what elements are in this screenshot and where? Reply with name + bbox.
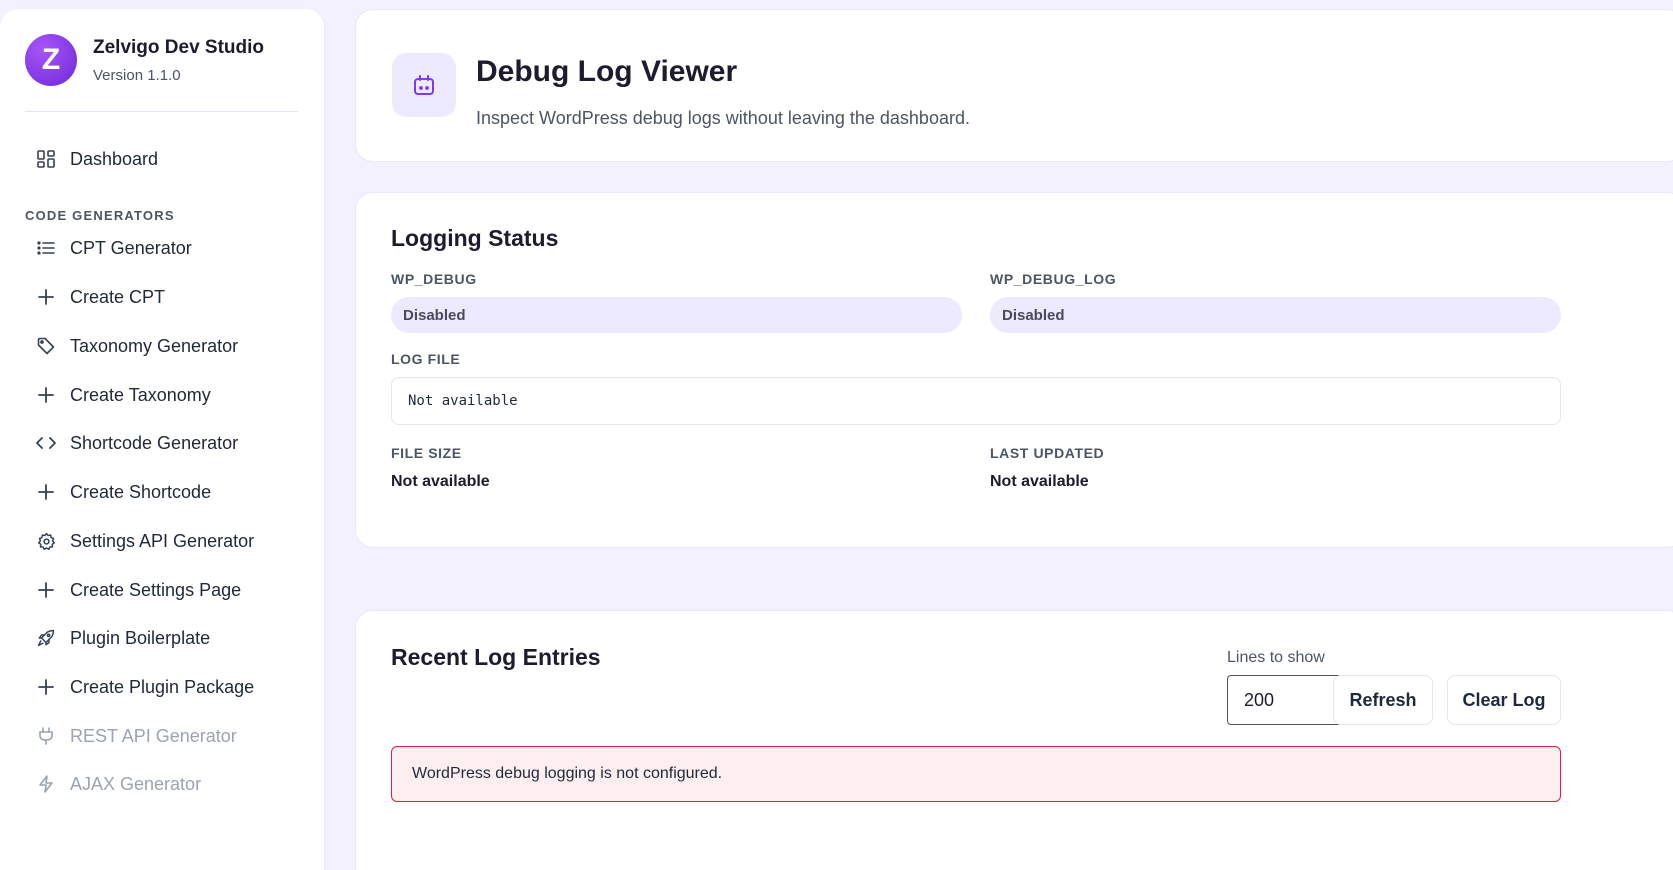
log-file-path-field: Not available [391,377,1561,425]
sidebar-item-create-taxonomy[interactable]: Create Taxonomy [36,379,211,411]
sidebar-item-label: Create Plugin Package [70,676,255,697]
sidebar-item-rest-api-generator[interactable]: REST API Generator [36,720,237,752]
wp-debug-label: WP_DEBUG [391,271,477,287]
sidebar-item-label: Create Shortcode [70,481,212,502]
page-subtitle: Inspect WordPress debug logs without lea… [476,108,970,128]
sidebar-item-shortcode-generator[interactable]: Shortcode Generator [36,427,238,459]
lines-to-show-label: Lines to show [1227,649,1325,666]
wp-debug-status-badge: Disabled [391,297,962,333]
sidebar-item-label: Create Settings Page [70,579,242,600]
brand-divider [25,111,298,112]
log-file-label: LOG FILE [391,351,461,367]
sidebar-item-create-settings-page[interactable]: Create Settings Page [36,574,241,606]
sidebar-item-label: Settings API Generator [70,530,255,551]
brand-logo: Z [25,34,77,86]
sidebar-item-dashboard[interactable]: Dashboard [36,143,158,175]
sidebar-item-taxonomy-generator[interactable]: Taxonomy Generator [36,330,238,362]
sidebar-item-settings-api-generator[interactable]: Settings API Generator [36,525,254,557]
sidebar-item-label: Dashboard [70,148,159,169]
logging-status-title: Logging Status [391,225,559,251]
sidebar-item-label: Taxonomy Generator [70,335,239,356]
last-updated-value: Not available [990,473,1089,490]
sidebar-item-label: Create CPT [70,286,166,307]
sidebar-item-create-cpt[interactable]: Create CPT [36,281,165,313]
tag-icon [36,336,56,356]
logging-not-configured-alert: WordPress debug logging is not configure… [391,746,1561,802]
sidebar-item-label: Create Taxonomy [70,384,211,405]
plus-icon [36,287,56,307]
recent-log-entries-card: Recent Log Entries Lines to show 200 Ref… [355,610,1673,870]
list-icon [36,238,56,258]
page-header-card: Debug Log Viewer Inspect WordPress debug… [355,9,1673,162]
rocket-icon [36,628,56,648]
wp-debug-log-label: WP_DEBUG_LOG [990,271,1117,287]
file-size-label: FILE SIZE [391,445,462,461]
plus-icon [36,580,56,600]
plug-icon [36,726,56,746]
sidebar-item-label: Plugin Boilerplate [70,627,211,648]
sidebar-item-label: REST API Generator [70,725,237,746]
dashboard-grid-icon [36,149,56,169]
plus-icon [36,677,56,697]
gear-icon [36,531,56,551]
brand: Z Zelvigo Dev Studio Version 1.1.0 [25,34,264,86]
logging-status-card: Logging Status WP_DEBUG Disabled WP_DEBU… [355,192,1673,548]
sidebar-item-label: Shortcode Generator [70,432,239,453]
sidebar-item-plugin-boilerplate[interactable]: Plugin Boilerplate [36,622,210,654]
sidebar-item-label: CPT Generator [70,237,192,258]
sidebar-section-code-generators: CODE GENERATORS [25,208,175,223]
sidebar-item-label: AJAX Generator [70,773,202,794]
sidebar: Z Zelvigo Dev Studio Version 1.1.0 Dashb… [0,9,324,870]
lines-to-show-value: 200 [1244,689,1275,710]
file-size-value: Not available [391,473,490,490]
bolt-icon [36,774,56,794]
recent-log-entries-title: Recent Log Entries [391,644,601,670]
refresh-button[interactable]: Refresh [1333,675,1433,725]
clear-log-button[interactable]: Clear Log [1447,675,1561,725]
sidebar-item-cpt-generator[interactable]: CPT Generator [36,232,192,264]
sidebar-item-create-plugin-package[interactable]: Create Plugin Package [36,671,254,703]
last-updated-label: LAST UPDATED [990,445,1105,461]
page-title: Debug Log Viewer [476,55,738,88]
sidebar-item-ajax-generator[interactable]: AJAX Generator [36,768,201,800]
wp-debug-log-status-badge: Disabled [990,297,1561,333]
code-icon [36,433,56,453]
sidebar-item-create-shortcode[interactable]: Create Shortcode [36,476,211,508]
plus-icon [36,482,56,502]
brand-name: Zelvigo Dev Studio [93,36,265,58]
brand-version: Version 1.1.0 [93,66,181,84]
calendar-bug-icon [392,53,456,117]
plus-icon [36,385,56,405]
